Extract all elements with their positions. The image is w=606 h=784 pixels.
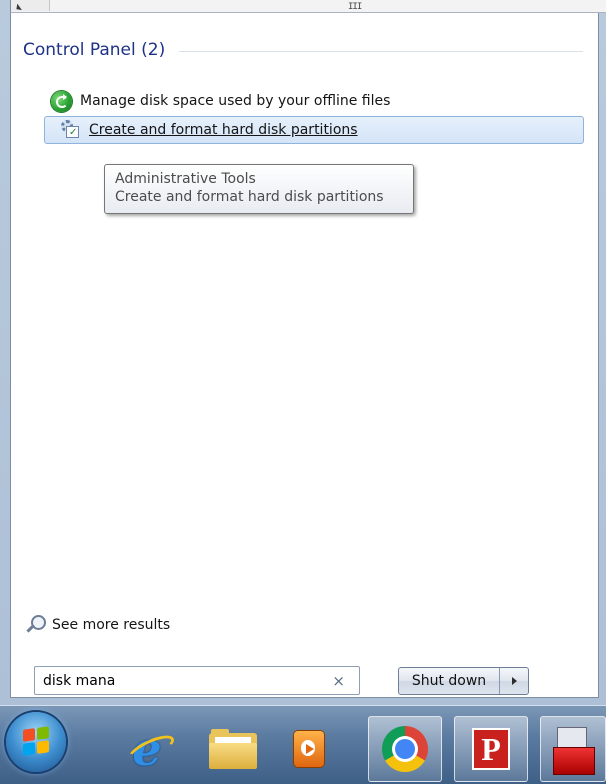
chrome-icon: [382, 726, 428, 772]
result-label: Create and format hard disk partitions: [89, 122, 358, 138]
search-box[interactable]: ×: [34, 666, 360, 695]
taskbar-internet-explorer[interactable]: e: [110, 716, 184, 782]
media-player-icon: [294, 731, 324, 767]
taskbar: e P: [0, 705, 606, 784]
result-item-offline-files[interactable]: Manage disk space used by your offline f…: [45, 87, 585, 115]
see-more-label: See more results: [52, 617, 171, 633]
toolbox-icon: [553, 725, 595, 775]
tooltip-category: Administrative Tools: [115, 171, 256, 187]
taskbar-media-player[interactable]: [272, 716, 346, 782]
taskbar-powerpoint[interactable]: P: [454, 716, 528, 782]
start-menu: III Control Panel (2) Manage disk space …: [0, 0, 606, 705]
disk-partition-icon: ✓: [61, 120, 81, 140]
windows-explorer-icon: [209, 729, 257, 769]
results-group-header: Control Panel (2): [23, 40, 583, 60]
internet-explorer-icon: e: [132, 722, 162, 776]
taskbar-chrome[interactable]: [368, 716, 442, 782]
group-divider: [179, 50, 583, 52]
result-item-disk-partitions[interactable]: ✓ Create and format hard disk partitions: [44, 116, 584, 144]
tooltip-description: Create and format hard disk partitions: [115, 189, 384, 205]
start-orb-icon[interactable]: [6, 712, 66, 772]
clear-search-icon[interactable]: ×: [332, 672, 345, 690]
result-tooltip: Administrative Tools Create and format h…: [104, 164, 414, 214]
shutdown-button-group: Shut down: [398, 667, 529, 695]
search-input[interactable]: [43, 672, 323, 689]
chevron-right-icon: [511, 677, 517, 685]
result-label: Manage disk space used by your offline f…: [80, 93, 391, 109]
scroll-thumb-grip[interactable]: III: [348, 2, 362, 12]
powerpoint-icon: P: [472, 728, 510, 770]
scroll-left-button[interactable]: [11, 0, 50, 11]
search-lens-icon: [24, 614, 46, 636]
group-title[interactable]: Control Panel (2): [23, 40, 165, 60]
taskbar-windows-explorer[interactable]: [196, 716, 270, 782]
taskbar-toolbox[interactable]: [540, 716, 606, 782]
top-scroll-strip: III: [10, 0, 606, 13]
see-more-results-link[interactable]: See more results: [24, 614, 170, 636]
sync-icon: [51, 90, 72, 112]
shutdown-options-button[interactable]: [500, 668, 528, 694]
shutdown-button[interactable]: Shut down: [399, 668, 500, 694]
